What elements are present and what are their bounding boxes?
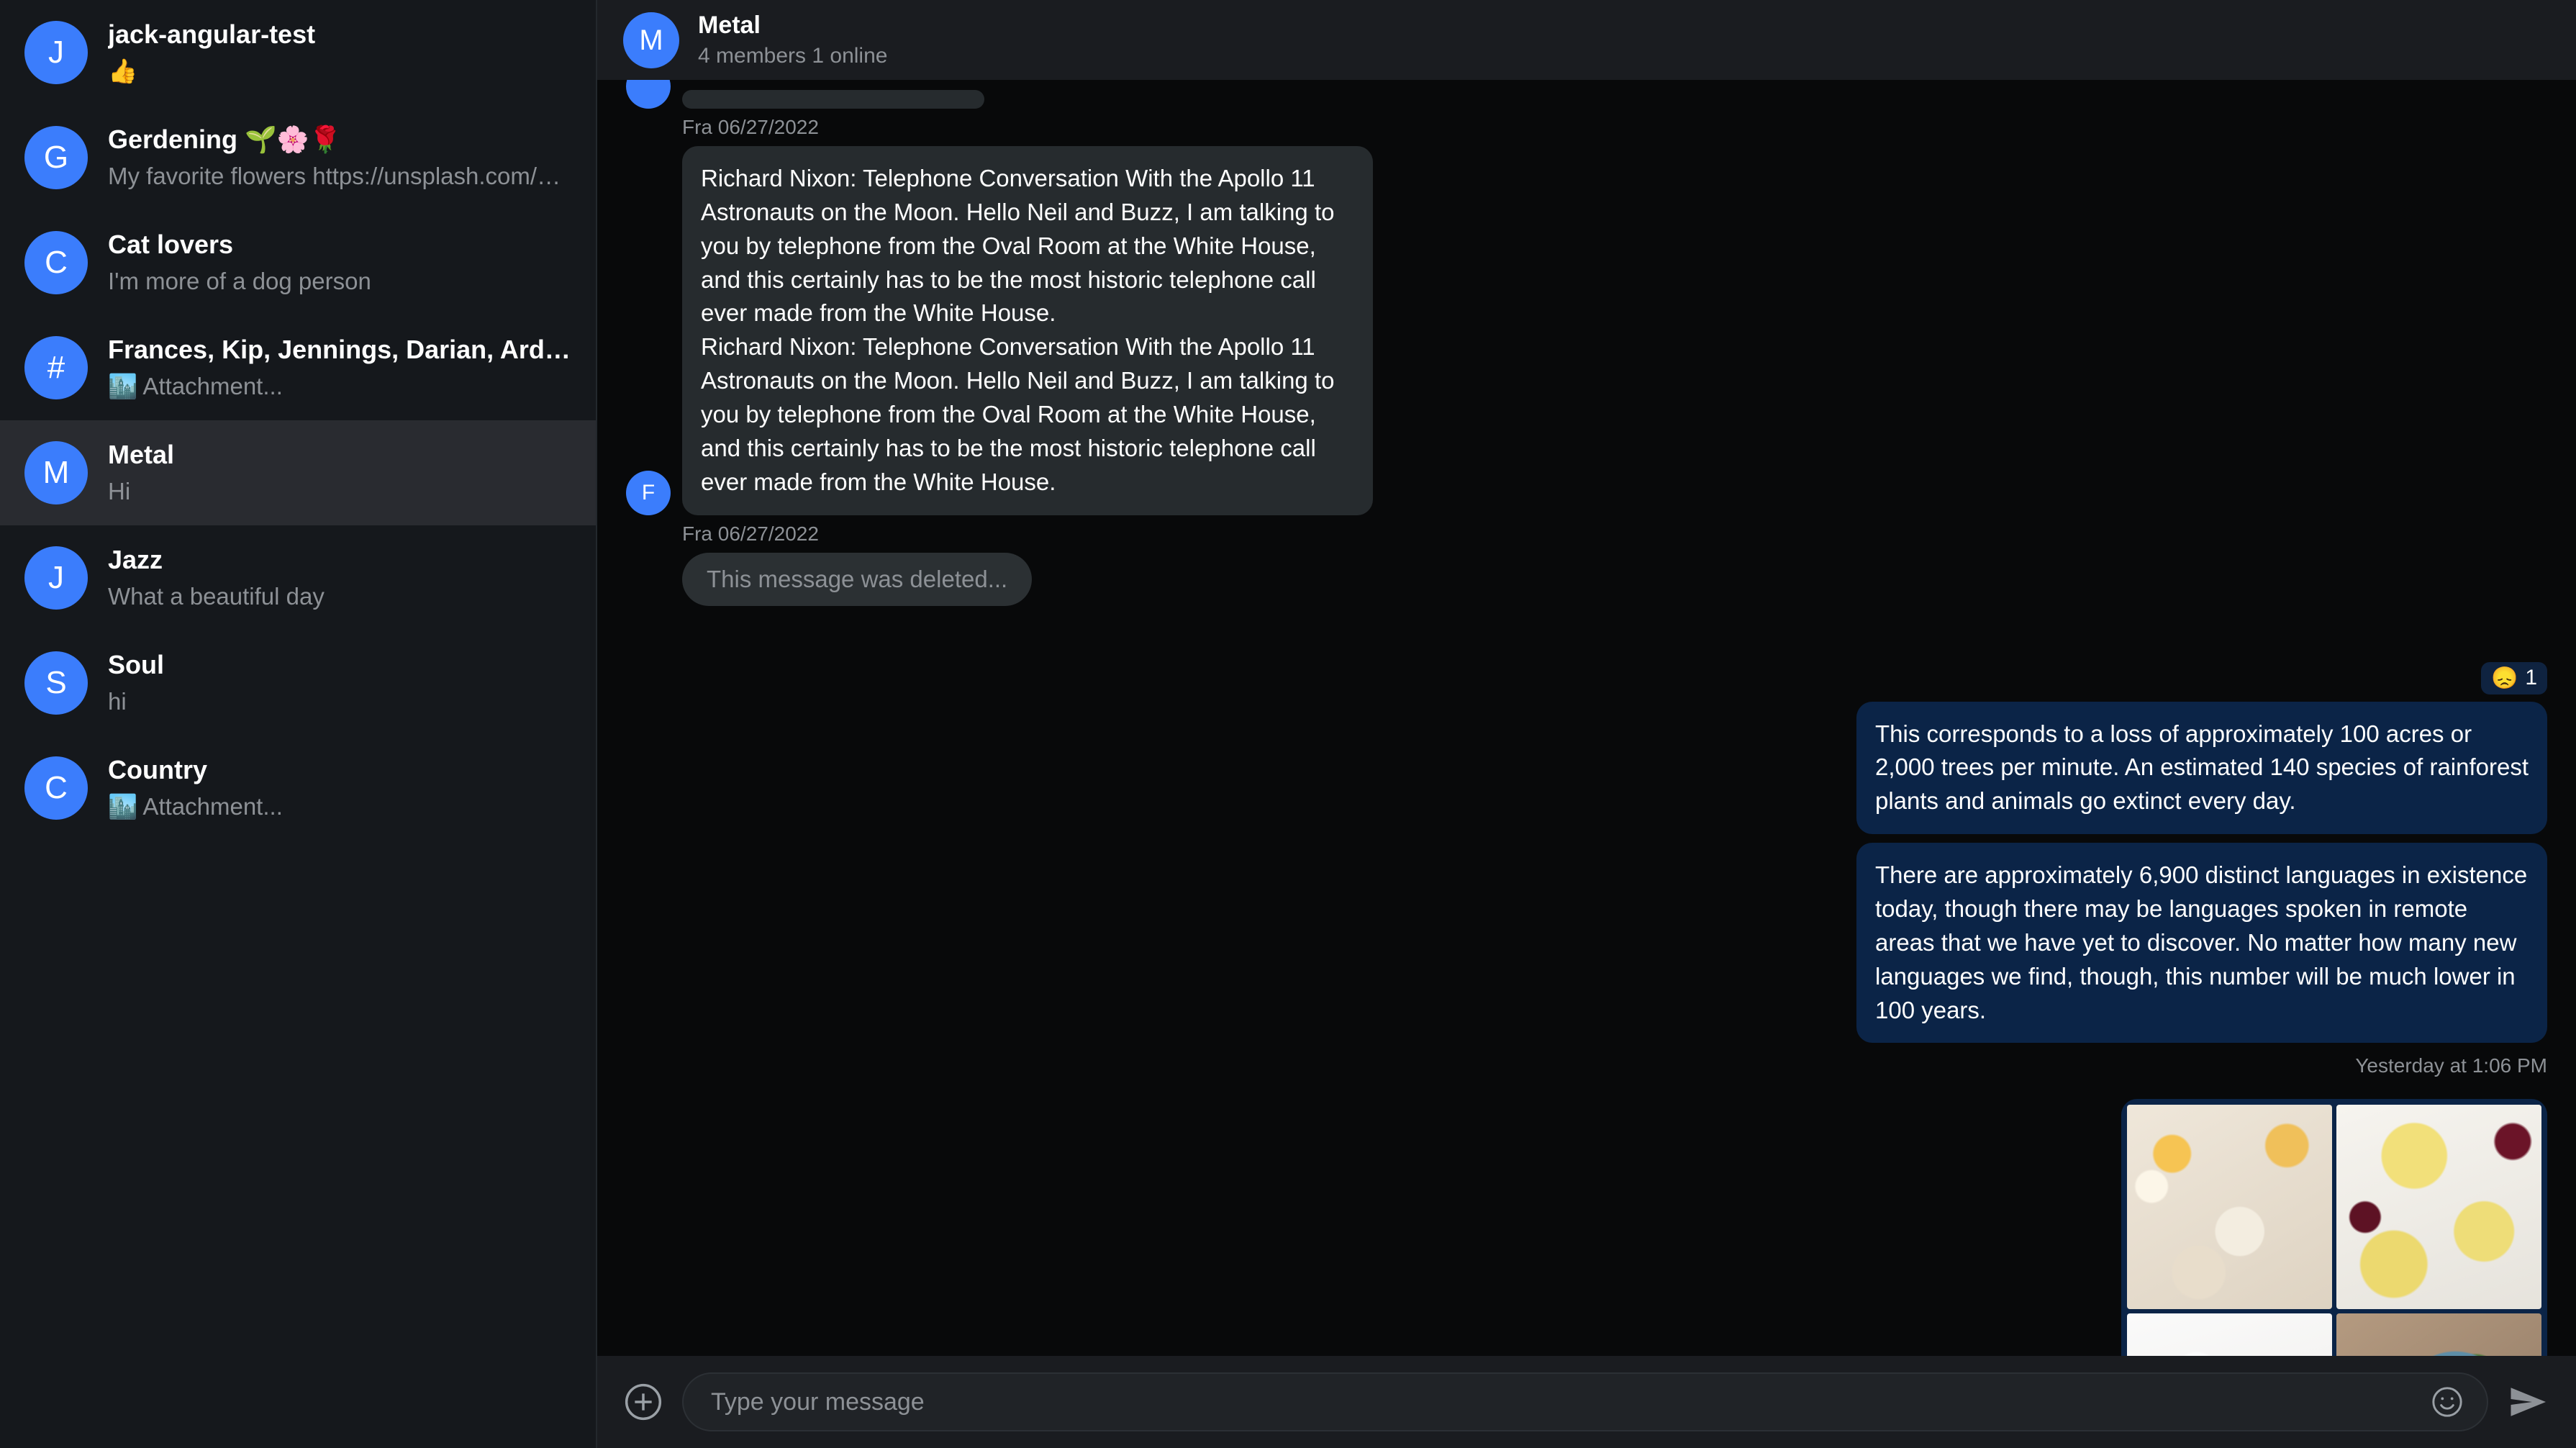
chat-item-preview: Hi [108, 478, 131, 505]
message-row-outgoing[interactable]: 😞 1 This corresponds to a loss of approx… [626, 661, 2547, 1356]
member-count: 4 members 1 online [698, 43, 888, 68]
avatar: J [24, 21, 88, 84]
chat-item-preview: What a beautiful day [108, 583, 325, 610]
chat-list-item-metal[interactable]: M Metal Hi [0, 420, 596, 525]
message-bubble-outgoing[interactable]: There are approximately 6,900 distinct l… [1856, 843, 2547, 1044]
emoji-picker-icon[interactable] [2429, 1384, 2465, 1420]
page-title: Metal [698, 12, 761, 40]
attachment-image[interactable] [2127, 1313, 2332, 1356]
chat-item-preview: 🏙️ Attachment... [108, 793, 283, 820]
avatar: M [623, 12, 679, 68]
chat-app: J jack-angular-test 👍 G Gerdening 🌱🌸🌹 My… [0, 0, 2576, 1448]
timestamp-text: Yesterday at 1:06 PM [2355, 1054, 2547, 1077]
chat-item-title: Country [108, 755, 207, 785]
message-bubble-outgoing[interactable]: This corresponds to a loss of approximat… [1856, 701, 2547, 835]
avatar [626, 80, 671, 109]
attachment-image[interactable] [2127, 1105, 2332, 1310]
message-row-incoming[interactable]: F Richard Nixon: Telephone Conversation … [626, 146, 2547, 515]
attachment-image[interactable] [2336, 1105, 2541, 1310]
message-bubble-incoming[interactable] [682, 90, 984, 109]
chat-item-title: Metal [108, 440, 175, 470]
chat-list-item-soul[interactable]: S Soul hi [0, 630, 596, 736]
chat-item-text: Gerdening 🌱🌸🌹 My favorite flowers https:… [108, 123, 571, 192]
chat-item-text: Metal Hi [108, 438, 571, 507]
message-row-partial[interactable] [626, 80, 2547, 109]
chat-item-preview: hi [108, 688, 127, 715]
attachment-image[interactable] [2336, 1313, 2541, 1356]
hash-icon: # [24, 336, 88, 399]
message-composer[interactable] [597, 1356, 2576, 1448]
message-list[interactable]: Fra 06/27/2022 F Richard Nixon: Telephon… [597, 80, 2576, 1356]
chat-header-text: Metal 4 members 1 online [698, 11, 887, 69]
deleted-message-bubble[interactable]: This message was deleted... [682, 552, 1033, 606]
chat-item-preview: I'm more of a dog person [108, 268, 371, 295]
chat-list-item-cat-lovers[interactable]: C Cat lovers I'm more of a dog person [0, 210, 596, 315]
chat-item-text: Country 🏙️ Attachment... [108, 754, 571, 823]
add-attachment-icon[interactable] [623, 1382, 663, 1422]
avatar: F [626, 470, 671, 515]
message-timestamp: Fra 06/27/2022 [682, 116, 819, 138]
chat-item-title: jack-angular-test [108, 19, 316, 50]
chat-item-preview: 👍 [108, 58, 138, 85]
message-input-wrapper[interactable] [682, 1372, 2488, 1431]
chat-item-title: Cat lovers [108, 230, 234, 260]
chat-item-text: jack-angular-test 👍 [108, 18, 571, 87]
chat-list-item-jazz[interactable]: J Jazz What a beautiful day [0, 525, 596, 630]
image-attachment-grid[interactable] [2121, 1099, 2547, 1356]
chat-item-text: Jazz What a beautiful day [108, 543, 571, 612]
avatar: C [24, 231, 88, 294]
reaction-badge[interactable]: 😞 1 [2480, 661, 2547, 694]
chat-item-title: Jazz [108, 545, 163, 575]
chat-item-title: Gerdening 🌱🌸🌹 [108, 125, 342, 155]
chat-list-sidebar[interactable]: J jack-angular-test 👍 G Gerdening 🌱🌸🌹 My… [0, 0, 597, 1448]
avatar: M [24, 441, 88, 504]
disappointed-face-icon: 😞 [2490, 666, 2518, 690]
message-timestamp: Fra 06/27/2022 [682, 522, 819, 545]
chat-item-title: Soul [108, 650, 164, 680]
send-button[interactable] [2507, 1380, 2550, 1424]
chat-item-text: Frances, Kip, Jennings, Darian, Ardella … [108, 333, 571, 402]
chat-item-preview: My favorite flowers https://unsplash.com… [108, 163, 571, 190]
avatar: S [24, 651, 88, 715]
chat-list-item-jack-angular-test[interactable]: J jack-angular-test 👍 [0, 0, 596, 105]
avatar: C [24, 756, 88, 820]
avatar: J [24, 546, 88, 610]
reaction-count: 1 [2525, 666, 2537, 690]
chat-item-text: Cat lovers I'm more of a dog person [108, 228, 571, 297]
message-row-deleted[interactable]: This message was deleted... [682, 552, 2547, 606]
message-input[interactable] [711, 1388, 2416, 1416]
message-timestamp: Yesterday at 1:06 PM [2355, 1054, 2547, 1077]
outgoing-column: 😞 1 This corresponds to a loss of approx… [1856, 661, 2547, 1356]
chat-list-item-group[interactable]: # Frances, Kip, Jennings, Darian, Ardell… [0, 315, 596, 420]
chat-main-panel: M Metal 4 members 1 online Fra 06/27/202… [597, 0, 2576, 1448]
avatar: G [24, 126, 88, 189]
chat-item-preview: 🏙️ Attachment... [108, 373, 283, 400]
chat-list-item-gerdening[interactable]: G Gerdening 🌱🌸🌹 My favorite flowers http… [0, 105, 596, 210]
chat-item-text: Soul hi [108, 648, 571, 718]
message-bubble-incoming[interactable]: Richard Nixon: Telephone Conversation Wi… [682, 146, 1373, 515]
chat-item-title: Frances, Kip, Jennings, Darian, Ardella … [108, 335, 571, 365]
chat-header[interactable]: M Metal 4 members 1 online [597, 0, 2576, 80]
chat-list-item-country[interactable]: C Country 🏙️ Attachment... [0, 736, 596, 841]
